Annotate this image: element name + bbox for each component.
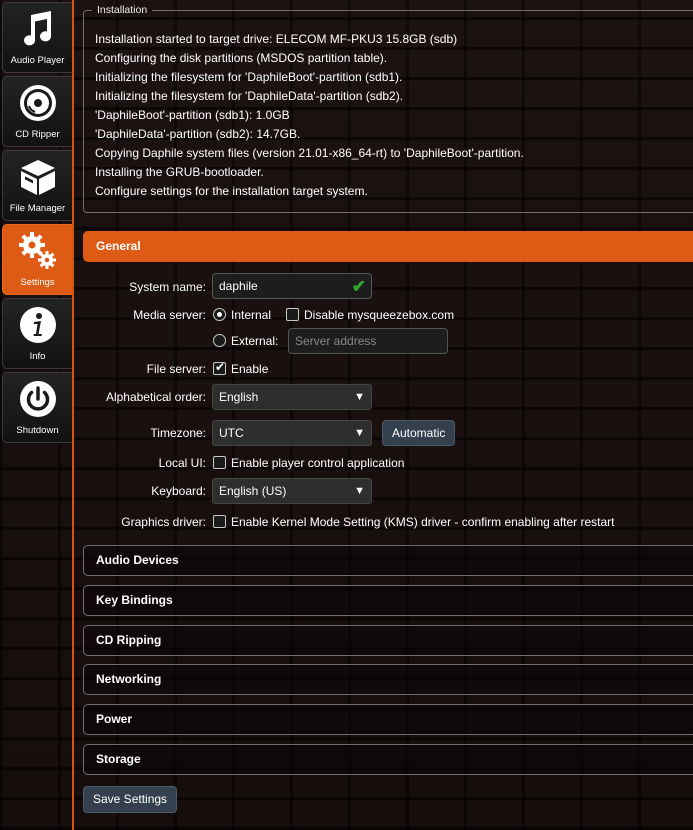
section-title: Power	[96, 712, 133, 726]
system-name-value: daphile	[219, 279, 258, 293]
section-cd-ripping[interactable]: CD Ripping	[83, 625, 693, 656]
section-title: Audio Devices	[96, 553, 179, 567]
section-title: Storage	[96, 752, 141, 766]
media-server-internal-radio[interactable]	[213, 308, 226, 321]
save-settings-button[interactable]: Save Settings	[83, 786, 178, 813]
log-line: Initializing the filesystem for 'Daphile…	[95, 70, 403, 84]
timezone-value: UTC	[219, 426, 244, 440]
log-line: Installing the GRUB-bootloader.	[95, 165, 264, 179]
sidebar: Audio Player CD Ripper File Manager Sett…	[0, 0, 72, 830]
timezone-label: Timezone:	[150, 426, 206, 440]
gears-icon	[19, 232, 56, 269]
info-icon	[20, 307, 56, 343]
section-key-bindings[interactable]: Key Bindings	[83, 585, 693, 616]
log-line: Configuring the disk partitions (MSDOS p…	[95, 51, 388, 65]
internal-label: Internal	[231, 308, 272, 322]
nav-file-manager[interactable]: File Manager	[2, 150, 72, 221]
local-ui-label: Local UI:	[158, 456, 206, 470]
graphics-driver-checkbox[interactable]	[213, 515, 226, 528]
file-server-enable-checkbox[interactable]	[213, 360, 226, 375]
server-address-input[interactable]: Server address	[288, 328, 448, 354]
section-audio-devices[interactable]: Audio Devices	[83, 545, 693, 576]
main-content: Installation Installation started to tar…	[83, 0, 693, 830]
system-name-label: System name:	[129, 280, 206, 294]
section-power[interactable]: Power	[83, 704, 693, 735]
nav-label: Info	[29, 351, 46, 362]
power-icon	[20, 381, 56, 417]
keyboard-value: English (US)	[219, 484, 287, 498]
system-name-input[interactable]: daphile ✔	[212, 273, 372, 299]
section-title: Key Bindings	[96, 593, 173, 607]
nav-label: Settings	[20, 277, 55, 288]
nav-info[interactable]: Info	[2, 298, 72, 369]
nav-cd-ripper[interactable]: CD Ripper	[2, 76, 72, 147]
section-networking[interactable]: Networking	[83, 664, 693, 695]
nav-shutdown[interactable]: Shutdown	[2, 372, 72, 443]
dropdown-arrow-icon: ▼	[354, 427, 365, 439]
log-line: Configure settings for the installation …	[95, 184, 368, 198]
dropdown-arrow-icon: ▼	[354, 391, 365, 403]
nav-label: CD Ripper	[15, 129, 60, 140]
sidebar-divider	[72, 0, 74, 830]
server-address-placeholder: Server address	[295, 334, 377, 348]
box-icon	[21, 160, 55, 195]
file-server-label: File server:	[146, 362, 206, 376]
section-storage[interactable]: Storage	[83, 744, 693, 775]
section-title: Networking	[96, 672, 162, 686]
installation-legend: Installation	[97, 4, 148, 16]
log-line: Initializing the filesystem for 'Daphile…	[95, 89, 404, 103]
log-line: 'DaphileBoot'-partition (sdb1): 1.0GB	[95, 108, 290, 122]
music-note-icon	[24, 11, 52, 46]
media-server-label: Media server:	[133, 308, 206, 322]
dropdown-arrow-icon: ▼	[354, 485, 365, 497]
section-title: CD Ripping	[96, 633, 162, 647]
disable-mysqueezebox-checkbox[interactable]	[286, 308, 299, 321]
local-ui-option-label: Enable player control application	[231, 456, 405, 470]
disable-mysqueezebox-label: Disable mysqueezebox.com	[304, 308, 455, 322]
disc-icon	[20, 85, 56, 121]
nav-label: File Manager	[9, 203, 66, 214]
nav-settings[interactable]: Settings	[2, 224, 72, 295]
timezone-select[interactable]: UTC ▼	[212, 420, 372, 446]
log-line: Installation started to target drive: EL…	[95, 32, 458, 46]
log-line: Copying Daphile system files (version 21…	[95, 146, 524, 160]
keyboard-label: Keyboard:	[151, 484, 206, 498]
file-server-enable-label: Enable	[231, 362, 269, 376]
local-ui-checkbox[interactable]	[213, 456, 226, 469]
nav-label: Audio Player	[10, 55, 65, 66]
graphics-driver-option-label: Enable Kernel Mode Setting (KMS) driver …	[231, 515, 615, 529]
alphabetical-order-value: English	[219, 390, 259, 404]
general-section-header[interactable]: General	[83, 231, 693, 262]
section-title: General	[96, 239, 141, 253]
valid-check-icon: ✔	[351, 277, 366, 296]
keyboard-select[interactable]: English (US) ▼	[212, 478, 372, 504]
alphabetical-order-select[interactable]: English ▼	[212, 384, 372, 410]
nav-label: Shutdown	[16, 425, 59, 436]
graphics-driver-label: Graphics driver:	[121, 515, 206, 529]
automatic-timezone-button[interactable]: Automatic	[382, 420, 456, 446]
external-label: External:	[231, 334, 279, 348]
log-line: 'DaphileData'-partition (sdb2): 14.7GB.	[95, 127, 301, 141]
alphabetical-order-label: Alphabetical order:	[105, 390, 206, 404]
media-server-external-radio[interactable]	[213, 334, 226, 347]
nav-audio-player[interactable]: Audio Player	[2, 2, 72, 73]
